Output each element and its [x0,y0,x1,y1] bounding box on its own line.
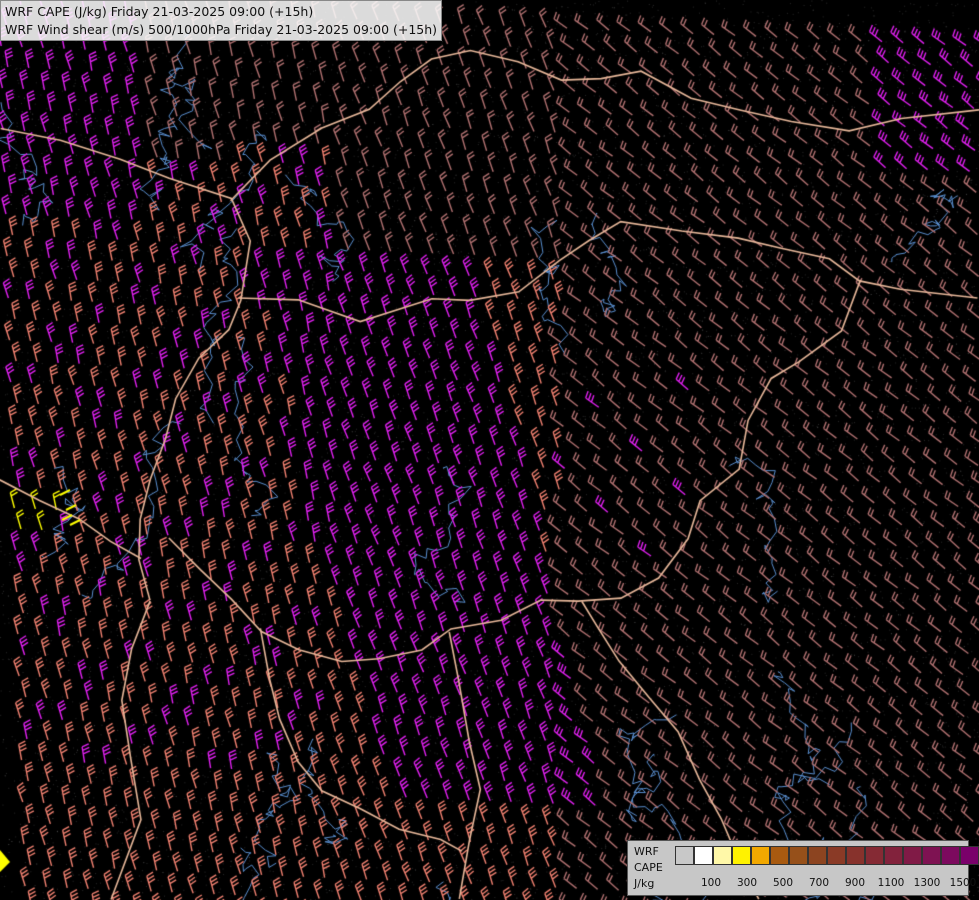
legend-tick-label: 1300 [913,877,941,889]
legend-swatch [865,846,884,865]
legend-swatch [846,846,865,865]
title-wind-shear: WRF Wind shear (m/s) 500/1000hPa Friday … [5,22,438,37]
legend-swatch [789,846,808,865]
legend-swatch [903,846,922,865]
legend-swatch [713,846,732,865]
legend-tick-label: 900 [844,877,866,889]
legend-tick-label: 300 [736,877,758,889]
legend-swatch [922,846,941,865]
legend-swatch [732,846,751,865]
legend-swatch [941,846,960,865]
cape-legend: WRF CAPE J/kg 100 300 500 700 900 1100 1300 150… [627,840,979,896]
wind-shear-map [0,0,979,900]
legend-tick-label: 100 [700,877,722,889]
legend-swatch [884,846,903,865]
legend-swatch [694,846,713,865]
legend-swatches [675,846,979,865]
legend-swatch [960,846,979,865]
legend-label-unit: J/kg [634,877,655,890]
title-cape: WRF CAPE (J/kg) Friday 21-03-2025 09:00 … [5,4,314,19]
legend-ticks: 100 300 500 700 900 1100 1300 1500 [675,877,976,891]
legend-label-wrf: WRF [634,845,659,858]
legend-swatch [675,846,694,865]
legend-swatch [751,846,770,865]
legend-label-cape: CAPE [634,861,663,874]
map-title: WRF CAPE (J/kg) Friday 21-03-2025 09:00 … [0,0,443,41]
legend-swatch [827,846,846,865]
legend-swatch [770,846,789,865]
legend-swatch [808,846,827,865]
legend-tick-label: 700 [808,877,830,889]
legend-tick-label: 1100 [877,877,905,889]
legend-tick-label: 1500 [949,877,977,889]
legend-tick-label: 500 [772,877,794,889]
